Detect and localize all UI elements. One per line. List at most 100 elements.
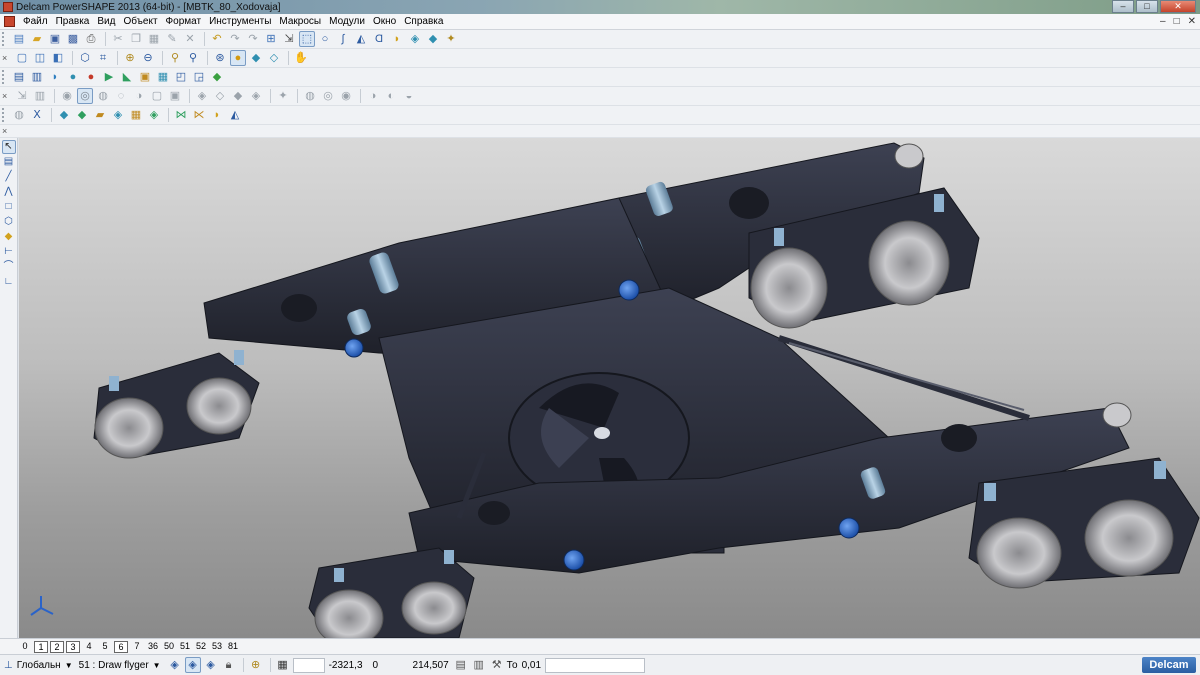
tolerance-icon[interactable]: ⚒: [489, 657, 505, 673]
arc-icon[interactable]: ⌒: [2, 260, 16, 274]
polyline-icon[interactable]: ⋀: [2, 185, 16, 199]
cone-icon[interactable]: ◣: [119, 69, 135, 85]
shade-icon[interactable]: ⚲: [167, 50, 183, 66]
redo-gray-icon[interactable]: ↷: [245, 31, 261, 47]
lock-icon[interactable]: 🔒︎: [221, 657, 237, 673]
menu-macros[interactable]: Макросы: [275, 16, 325, 27]
undo-icon[interactable]: ↶: [209, 31, 225, 47]
snap2-icon[interactable]: ◈: [203, 657, 219, 673]
workplane-icon[interactable]: ⊥: [4, 660, 13, 671]
axis-icon[interactable]: Ⅹ: [29, 107, 45, 123]
new-icon[interactable]: ▤: [11, 31, 27, 47]
wireframe-icon[interactable]: ◭: [353, 31, 369, 47]
level-0[interactable]: 0: [18, 641, 32, 653]
cam-icon[interactable]: ⇲: [14, 88, 30, 104]
layer-select[interactable]: 51 : Draw flyger: [79, 660, 149, 671]
grid-icon[interactable]: ▦: [275, 657, 291, 673]
doc-close-button[interactable]: ✕: [1188, 16, 1196, 27]
hand-icon[interactable]: ✋: [293, 50, 309, 66]
render-icon[interactable]: ⊛: [212, 50, 228, 66]
level-6[interactable]: 6: [114, 640, 128, 653]
cam19-icon[interactable]: ◐: [383, 88, 399, 104]
level-3[interactable]: 3: [66, 640, 80, 653]
menu-window[interactable]: Окно: [369, 16, 400, 27]
doc-minimize-button[interactable]: –: [1160, 16, 1166, 27]
menu-file[interactable]: Файл: [19, 16, 52, 27]
block-icon[interactable]: ▦: [155, 69, 171, 85]
units-icon[interactable]: ▥: [471, 657, 487, 673]
zoom-fit-icon[interactable]: ⌗: [95, 50, 111, 66]
chevron-down-icon[interactable]: ▼: [65, 661, 73, 670]
cam11-icon[interactable]: ◇: [212, 88, 228, 104]
cam14-icon[interactable]: ✦: [275, 88, 291, 104]
boolean-icon[interactable]: ▦: [128, 107, 144, 123]
sweep-icon[interactable]: ◈: [146, 107, 162, 123]
maximize-button[interactable]: □: [1136, 0, 1158, 13]
measure-icon[interactable]: ✕: [182, 31, 198, 47]
cam9-icon[interactable]: ▣: [167, 88, 183, 104]
cam8-icon[interactable]: ▢: [149, 88, 165, 104]
command-field[interactable]: [545, 657, 646, 673]
triangle-icon[interactable]: ▶: [101, 69, 117, 85]
layer-icon[interactable]: ▥: [29, 69, 45, 85]
menu-object[interactable]: Объект: [119, 16, 161, 27]
circle-icon[interactable]: ○: [317, 31, 333, 47]
level-53[interactable]: 53: [210, 641, 224, 653]
cam2-icon[interactable]: ▥: [32, 88, 48, 104]
save-icon[interactable]: ▣: [47, 31, 63, 47]
line-icon[interactable]: ╱: [2, 170, 16, 184]
zoom-in-icon[interactable]: ⊕: [122, 50, 138, 66]
thicken-icon[interactable]: ◗: [209, 107, 225, 123]
doc-restore-button[interactable]: □: [1174, 16, 1180, 27]
cam3-icon[interactable]: ◉: [59, 88, 75, 104]
level-50[interactable]: 50: [162, 641, 176, 653]
minimize-button[interactable]: –: [1112, 0, 1134, 13]
zoom-out-icon[interactable]: ⊖: [140, 50, 156, 66]
edit-icon[interactable]: ⇲: [281, 31, 297, 47]
cam10-icon[interactable]: ◈: [194, 88, 210, 104]
menu-view[interactable]: Вид: [93, 16, 119, 27]
zoom-box-icon[interactable]: ⬡: [77, 50, 93, 66]
chevron-down-icon[interactable]: ▼: [153, 661, 161, 670]
menu-modules[interactable]: Модули: [325, 16, 369, 27]
select-icon[interactable]: ⊞: [263, 31, 279, 47]
solid-blue-icon[interactable]: ◗: [47, 69, 63, 85]
menu-tools[interactable]: Инструменты: [205, 16, 275, 27]
level-5[interactable]: 5: [98, 641, 112, 653]
menu-help[interactable]: Справка: [400, 16, 447, 27]
toolbar-close-icon[interactable]: ×: [2, 53, 10, 63]
polygon-icon[interactable]: ⬡: [2, 215, 16, 229]
delete-icon[interactable]: ✎: [164, 31, 180, 47]
toolbar-close-icon[interactable]: ×: [2, 91, 10, 101]
cut-icon[interactable]: ✂: [110, 31, 126, 47]
color-icon[interactable]: ●: [83, 69, 99, 85]
cam5-icon[interactable]: ◍: [95, 88, 111, 104]
box-icon[interactable]: ▣: [137, 69, 153, 85]
copy-icon[interactable]: ❐: [128, 31, 144, 47]
redo-icon[interactable]: ↷: [227, 31, 243, 47]
toolbar-grip[interactable]: [2, 32, 8, 46]
snap-active-icon[interactable]: ◈: [184, 657, 201, 673]
levels-icon[interactable]: ▤: [2, 155, 16, 169]
save-as-icon[interactable]: ▩: [65, 31, 81, 47]
empty-field[interactable]: [292, 657, 325, 673]
document-icon[interactable]: [4, 16, 15, 27]
level-icon[interactable]: ▤: [11, 69, 27, 85]
toolbar-grip[interactable]: [2, 70, 8, 84]
text-icon[interactable]: Ɑ: [371, 31, 387, 47]
loft-icon[interactable]: ⋈: [173, 107, 189, 123]
solid-icon[interactable]: ◈: [407, 31, 423, 47]
solid-box-icon[interactable]: ◆: [2, 230, 16, 244]
cam20-icon[interactable]: ◒: [401, 88, 417, 104]
cam4-icon[interactable]: ◎: [77, 88, 93, 104]
cam15-icon[interactable]: ◍: [302, 88, 318, 104]
chamfer-icon[interactable]: ▰: [92, 107, 108, 123]
cam13-icon[interactable]: ◈: [248, 88, 264, 104]
wireframe-shade-icon[interactable]: ⚲: [185, 50, 201, 66]
tolerance-value[interactable]: 0,01: [522, 660, 541, 671]
level-2[interactable]: 2: [50, 640, 64, 653]
paste-icon[interactable]: ▦: [146, 31, 162, 47]
material-icon[interactable]: ●: [230, 50, 246, 66]
print-icon[interactable]: ⎙: [83, 31, 99, 47]
snap-icon[interactable]: ◈: [167, 657, 183, 673]
